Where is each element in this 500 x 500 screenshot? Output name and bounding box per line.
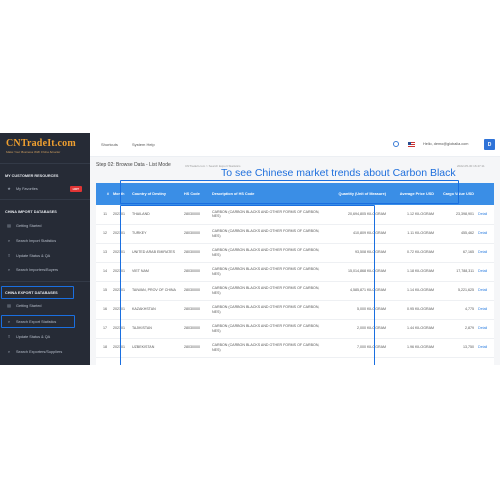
header-columns-highlight: [120, 180, 459, 204]
row-average-price: 1.44 KILOGRAM: [407, 326, 434, 331]
sidebar-item-favorites[interactable]: ★ My Favorites HOT: [4, 184, 86, 193]
import-databases-heading: CHINA IMPORT DATABASES: [5, 210, 57, 214]
sidebar-item-search-exporters[interactable]: ⌕ Search Exporters/Suppliers: [4, 347, 86, 356]
sidebar-item-search-importers[interactable]: ⌕ Search Importers/Buyers: [4, 265, 86, 274]
topbar: Shortcuts System Help Hello, demo@global…: [90, 133, 500, 157]
row-index: 18: [103, 345, 107, 350]
sidebar-item-import-update-status[interactable]: ⇪ Update Status & QA: [4, 251, 86, 260]
row-average-price: 0.72 KILOGRAM: [407, 250, 434, 255]
col-header-index[interactable]: #: [96, 183, 111, 205]
detail-link[interactable]: Detail: [476, 319, 494, 338]
timestamp: 2022-05-30 16:47:11: [457, 164, 485, 168]
export-statistics-highlight: [1, 315, 75, 328]
sidebar: CNTradeIt.com Make Your Business With Ch…: [0, 133, 90, 365]
detail-link[interactable]: Detail: [476, 300, 494, 319]
row-average-price: 1.12 KILOGRAM: [407, 211, 434, 216]
row-cargo-value: 67,165: [463, 250, 474, 255]
us-flag-icon[interactable]: [408, 142, 415, 147]
sidebar-divider: [0, 281, 90, 282]
sidebar-item-label: Search Importers/Buyers: [16, 267, 58, 272]
user-greeting[interactable]: Hello, demo@globalia.com: [423, 142, 468, 146]
page-title: Step 02: Browse Data - List Mode: [96, 162, 171, 168]
row-index: 15: [103, 288, 107, 293]
upload-icon: ⇪: [7, 334, 11, 339]
row-cargo-value: 4,775: [465, 307, 474, 312]
export-heading-highlight: [1, 286, 74, 299]
col-header-action: [476, 183, 494, 205]
row-index: 14: [103, 269, 107, 274]
row-average-price: 0.95 KILOGRAM: [407, 307, 434, 312]
annotation-text: To see Chinese market trends about Carbo…: [221, 167, 456, 179]
star-icon: ★: [7, 186, 11, 191]
row-cargo-value: 455,462: [461, 231, 474, 236]
upload-icon: ⇪: [7, 253, 11, 258]
avatar[interactable]: D: [484, 139, 495, 150]
detail-link[interactable]: Detail: [476, 338, 494, 357]
hot-badge: HOT: [69, 185, 82, 192]
book-icon: ▤: [7, 223, 11, 228]
row-cargo-value: 23,398,901: [456, 211, 474, 216]
sidebar-item-label: Getting Started: [16, 303, 42, 308]
sidebar-item-label: Search Exporters/Suppliers: [16, 349, 63, 354]
sidebar-item-label: Getting Started: [16, 223, 42, 228]
row-cargo-value: 13,750: [463, 345, 474, 350]
row-index: 17: [103, 326, 107, 331]
shortcuts-link[interactable]: Shortcuts: [101, 142, 118, 147]
detail-link[interactable]: Detail: [476, 224, 494, 243]
sidebar-item-search-import-statistics[interactable]: ⌕ Search Import Statistics: [4, 236, 86, 245]
detail-link[interactable]: Detail: [476, 281, 494, 300]
sidebar-item-export-getting-started[interactable]: ▤ Getting Started: [4, 301, 86, 310]
row-index: 13: [103, 250, 107, 255]
book-icon: ▤: [7, 303, 11, 308]
row-cargo-value: 5,221,625: [458, 288, 474, 293]
notification-circle-icon[interactable]: [393, 141, 399, 147]
search-icon: ⌕: [7, 349, 11, 354]
sidebar-item-label: Update Status & QA: [16, 334, 51, 339]
row-cargo-value: 17,788,311: [456, 269, 474, 274]
logo[interactable]: CNTradeIt.com Make Your Business With Ch…: [6, 138, 86, 158]
detail-link[interactable]: Detail: [476, 205, 494, 224]
search-icon: ⌕: [7, 238, 11, 243]
detail-link[interactable]: Detail: [476, 262, 494, 281]
search-icon: ⌕: [7, 267, 11, 272]
sidebar-divider: [0, 163, 90, 164]
detail-link[interactable]: Detail: [476, 243, 494, 262]
logo-subtitle: Make Your Business With China Smarter: [6, 150, 61, 154]
row-index: 12: [103, 231, 107, 236]
logo-title: CNTradeIt.com: [6, 138, 76, 149]
customer-resources-heading: MY CUSTOMER RESOURCES: [5, 174, 59, 178]
row-average-price: 1.18 KILOGRAM: [407, 269, 434, 274]
sidebar-item-label: Update Status & QA: [16, 253, 51, 258]
sidebar-item-import-getting-started[interactable]: ▤ Getting Started: [4, 221, 86, 230]
row-index: 16: [103, 307, 107, 312]
row-average-price: 1.96 KILOGRAM: [407, 345, 434, 350]
sidebar-item-label: My Favorites: [16, 186, 38, 191]
sidebar-item-export-update-status[interactable]: ⇪ Update Status & QA: [4, 332, 86, 341]
app-screenshot: CNTradeIt.com Make Your Business With Ch…: [0, 133, 500, 365]
sidebar-divider: [0, 199, 90, 200]
main-content: Step 02: Browse Data - List Mode CNTrade…: [90, 157, 500, 365]
system-help-link[interactable]: System Help: [132, 142, 155, 147]
row-index: 11: [103, 211, 107, 216]
row-average-price: 1.11 KILOGRAM: [407, 231, 434, 236]
rows-highlight: [120, 205, 375, 365]
row-cargo-value: 2,879: [465, 326, 474, 331]
sidebar-item-label: Search Import Statistics: [16, 238, 57, 243]
row-average-price: 1.14 KILOGRAM: [407, 288, 434, 293]
